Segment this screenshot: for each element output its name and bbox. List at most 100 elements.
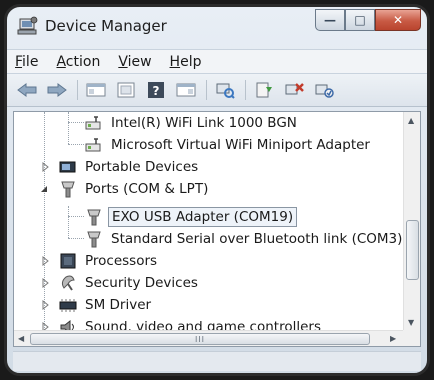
tree-item-label: Intel(R) WiFi Link 1000 BGN	[111, 115, 297, 131]
tree-item[interactable]: Ports (COM & LPT)	[58, 178, 211, 200]
action-pane-button[interactable]	[174, 79, 198, 101]
status-bar	[13, 351, 421, 371]
properties-button[interactable]	[114, 79, 138, 101]
horizontal-scrollbar[interactable]: ◀ III ▶	[14, 330, 404, 346]
maximize-icon: □	[354, 13, 366, 27]
menu-view-label: iew	[127, 53, 152, 70]
window-controls: — □ ✕	[315, 9, 421, 33]
tree-connector	[68, 216, 84, 217]
help-button[interactable]: ?	[144, 79, 168, 101]
scroll-left-icon[interactable]: ◀	[18, 334, 24, 343]
menu-bar: File Action View Help	[7, 49, 427, 73]
close-button[interactable]: ✕	[375, 9, 421, 31]
tree-connector	[68, 112, 69, 144]
toolbar-separator	[245, 80, 246, 100]
tree-item-label: Portable Devices	[85, 159, 199, 175]
title-bar[interactable]: Device Manager — □ ✕	[7, 7, 427, 49]
menu-action-mnemonic: A	[56, 53, 66, 70]
network-adapter-icon	[85, 116, 101, 130]
network-adapter-icon	[85, 138, 101, 152]
back-button[interactable]	[15, 79, 39, 101]
device-tree[interactable]: Intel(R) WiFi Link 1000 BGN Microsoft Vi…	[14, 112, 404, 332]
port-icon	[87, 231, 101, 248]
properties-icon	[117, 82, 135, 98]
scroll-right-icon[interactable]: ▶	[390, 334, 396, 343]
menu-file-label: ile	[22, 53, 39, 70]
update-driver-icon	[256, 82, 272, 98]
console-tree-icon	[86, 83, 106, 97]
device-tree-pane: Intel(R) WiFi Link 1000 BGN Microsoft Vi…	[13, 111, 421, 347]
sm-driver-icon	[59, 299, 77, 312]
menu-help-mnemonic: H	[169, 53, 181, 70]
menu-action[interactable]: Action	[56, 54, 100, 70]
uninstall-button[interactable]	[282, 79, 306, 101]
action-pane-icon	[176, 83, 196, 97]
menu-file-mnemonic: F	[15, 53, 23, 70]
tree-connector	[68, 206, 69, 238]
tree-item-label: Security Devices	[85, 275, 198, 291]
toolbar: ?	[7, 73, 427, 107]
uninstall-icon	[285, 83, 304, 95]
horizontal-scroll-thumb[interactable]: III	[30, 333, 370, 345]
scan-hardware-icon	[216, 83, 235, 99]
tree-item-label: SM Driver	[85, 297, 152, 313]
scroll-up-icon[interactable]: ▲	[408, 116, 414, 125]
security-device-icon	[61, 275, 75, 291]
vertical-scrollbar[interactable]: ▲ ▼	[403, 112, 420, 332]
menu-view[interactable]: View	[118, 54, 151, 70]
expand-arrow-icon[interactable]	[40, 162, 50, 172]
scroll-grip-icon: III	[194, 334, 206, 344]
scrollbar-corner	[403, 330, 420, 346]
svg-text:?: ?	[153, 84, 160, 98]
tree-item[interactable]: Standard Serial over Bluetooth link (COM…	[84, 228, 404, 250]
port-icon	[61, 181, 75, 198]
minimize-icon: —	[324, 13, 336, 27]
expand-arrow-icon[interactable]	[40, 278, 50, 288]
tree-item[interactable]: Intel(R) WiFi Link 1000 BGN	[84, 112, 300, 134]
tree-item-selected[interactable]: EXO USB Adapter (COM19)	[84, 206, 298, 228]
minimize-button[interactable]: —	[315, 9, 345, 31]
forward-button[interactable]	[45, 79, 69, 101]
port-icon	[87, 209, 101, 226]
scroll-down-icon[interactable]: ▼	[408, 318, 414, 327]
disable-button[interactable]	[312, 79, 336, 101]
tree-item[interactable]: Security Devices	[58, 272, 201, 294]
tree-item-label: Processors	[85, 253, 158, 269]
device-manager-icon	[17, 16, 38, 35]
console-tree-button[interactable]	[84, 79, 108, 101]
tree-connector	[68, 238, 84, 239]
maximize-button[interactable]: □	[345, 9, 375, 31]
vertical-scroll-thumb[interactable]	[406, 220, 419, 280]
tree-item[interactable]: SM Driver	[58, 294, 154, 316]
device-manager-window: Device Manager — □ ✕ File Action View He…	[4, 4, 430, 376]
tree-item[interactable]: Processors	[58, 250, 160, 272]
menu-help[interactable]: Help	[170, 54, 202, 70]
toolbar-separator	[206, 80, 207, 100]
window-title: Device Manager	[45, 17, 167, 35]
tree-connector	[68, 144, 84, 145]
disable-icon	[315, 84, 334, 98]
tree-item-label: Microsoft Virtual WiFi Miniport Adapter	[111, 137, 370, 153]
tree-item-label: Ports (COM & LPT)	[85, 181, 209, 197]
help-icon: ?	[148, 82, 164, 98]
close-icon: ✕	[392, 13, 404, 27]
tree-connector	[68, 122, 84, 123]
back-icon	[17, 83, 37, 97]
menu-action-label: ction	[65, 53, 101, 70]
tree-item[interactable]: Microsoft Virtual WiFi Miniport Adapter	[84, 134, 373, 156]
menu-file[interactable]: File	[15, 54, 38, 70]
update-driver-button[interactable]	[252, 79, 276, 101]
menu-view-mnemonic: V	[118, 53, 128, 70]
tree-item-label: Standard Serial over Bluetooth link (COM…	[111, 231, 403, 247]
tree-item-label: EXO USB Adapter (COM19)	[108, 207, 298, 227]
collapse-arrow-icon[interactable]	[39, 184, 49, 194]
tree-connector	[44, 112, 45, 332]
expand-arrow-icon[interactable]	[40, 256, 50, 266]
expand-arrow-icon[interactable]	[40, 300, 50, 310]
forward-icon	[47, 83, 67, 97]
menu-help-label: elp	[180, 53, 202, 70]
scan-hardware-button[interactable]	[213, 79, 237, 101]
toolbar-separator	[77, 80, 78, 100]
tree-item[interactable]: Portable Devices	[58, 156, 201, 178]
portable-device-icon	[59, 161, 76, 173]
